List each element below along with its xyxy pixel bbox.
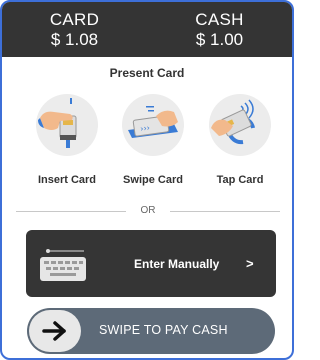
cash-amount: $ 1.00	[195, 29, 244, 49]
present-card-prompt: Present Card	[109, 66, 185, 80]
tap-card-option[interactable]: Tap Card	[195, 94, 285, 186]
chevron-right-icon: >	[246, 256, 254, 271]
amount-header: CARD $ 1.08 CASH $ 1.00	[2, 2, 292, 57]
keyboard-icon	[38, 247, 90, 288]
insert-card-option[interactable]: Insert Card	[22, 94, 112, 186]
payment-screen: CARD $ 1.08 CASH $ 1.00 Present Card Ins…	[0, 0, 294, 360]
enter-manually-label: Enter Manually	[134, 257, 220, 271]
swipe-card-icon: ›››	[122, 94, 184, 156]
or-divider: OR	[16, 205, 280, 217]
insert-card-icon	[36, 94, 98, 156]
swipe-card-label: Swipe Card	[123, 174, 183, 186]
cash-label: CASH	[195, 9, 244, 29]
svg-text:›››: ›››	[140, 123, 151, 133]
swipe-to-pay-cash-slider[interactable]: SWIPE TO PAY CASH	[27, 308, 275, 354]
arrow-right-icon	[42, 321, 66, 341]
tap-card-icon	[209, 94, 271, 156]
card-label: CARD	[49, 9, 100, 29]
cash-amount-panel: CASH $ 1.00	[147, 2, 292, 57]
swipe-card-option[interactable]: ››› Swipe Card	[108, 94, 198, 186]
card-amount: $ 1.08	[50, 29, 99, 49]
swipe-to-pay-cash-label: SWIPE TO PAY CASH	[99, 323, 228, 337]
swipe-handle[interactable]	[29, 310, 81, 352]
enter-manually-button[interactable]: Enter Manually >	[26, 230, 276, 297]
insert-card-label: Insert Card	[37, 174, 97, 186]
card-amount-panel: CARD $ 1.08	[2, 2, 147, 57]
card-methods: Insert Card ››› Swipe Card Tap Card	[2, 94, 292, 194]
tap-card-label: Tap Card	[216, 174, 264, 186]
divider-line-right	[170, 211, 280, 212]
